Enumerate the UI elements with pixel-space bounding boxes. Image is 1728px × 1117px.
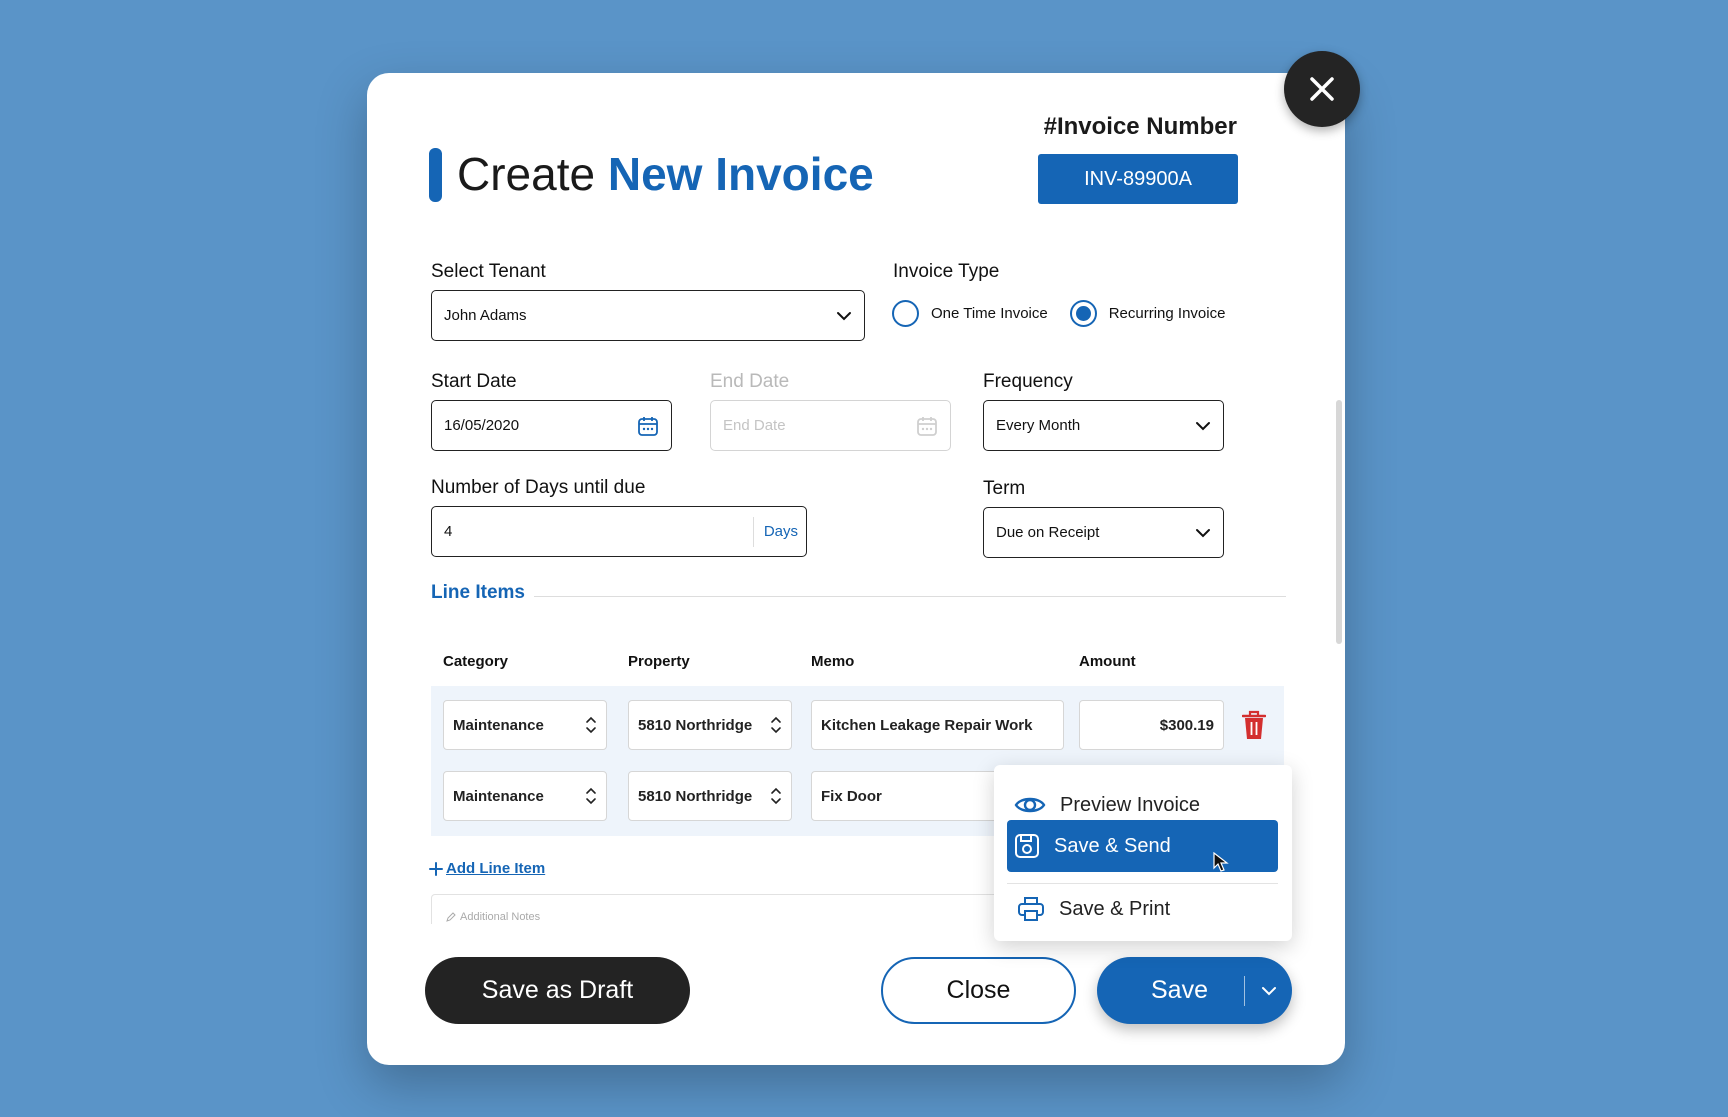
- close-button[interactable]: Close: [881, 957, 1076, 1024]
- save-draft-button[interactable]: Save as Draft: [425, 957, 690, 1024]
- sort-arrows-icon: [586, 716, 596, 734]
- title-accent-bar: [429, 148, 442, 202]
- add-line-item-link[interactable]: Add Line Item: [429, 860, 545, 877]
- end-date-label: End Date: [710, 371, 790, 392]
- close-modal-button[interactable]: [1284, 51, 1360, 127]
- tenant-label: Select Tenant: [431, 261, 546, 282]
- category-select[interactable]: Maintenance: [443, 700, 607, 750]
- menu-item-label: Save & Send: [1054, 834, 1171, 857]
- term-select[interactable]: Due on Receipt: [983, 507, 1224, 558]
- days-due-label: Number of Days until due: [431, 477, 646, 498]
- days-suffix: Days: [752, 516, 798, 547]
- days-due-input[interactable]: 4 Days: [431, 506, 807, 557]
- category-select[interactable]: Maintenance: [443, 771, 607, 821]
- delete-row-button[interactable]: [1241, 710, 1267, 745]
- eye-icon: [1014, 797, 1046, 813]
- save-options-menu: Preview Invoice Save & Send Save & Print: [994, 765, 1292, 941]
- invoice-number-label: #Invoice Number: [1043, 113, 1237, 140]
- sort-arrows-icon: [586, 787, 596, 805]
- amount-value: $300.19: [1159, 716, 1214, 734]
- end-date-placeholder: End Date: [723, 417, 786, 434]
- category-value: Maintenance: [453, 716, 544, 734]
- invoice-number-badge: INV-89900A: [1038, 154, 1238, 204]
- radio-one-time-label: One Time Invoice: [931, 305, 1048, 322]
- column-header-memo: Memo: [811, 653, 855, 670]
- invoice-type-label: Invoice Type: [893, 261, 1000, 282]
- end-date-input: End Date: [710, 400, 951, 451]
- sort-arrows-icon: [771, 787, 781, 805]
- section-divider: [534, 596, 1286, 597]
- plus-icon: [429, 861, 443, 876]
- sort-arrows-icon: [771, 716, 781, 734]
- page-title: Create New Invoice: [457, 146, 874, 202]
- scrollbar[interactable]: [1336, 400, 1342, 644]
- close-icon: [1310, 77, 1334, 101]
- term-value: Due on Receipt: [996, 524, 1100, 541]
- trash-icon: [1241, 710, 1267, 739]
- line-items-title: Line Items: [431, 582, 525, 603]
- start-date-input[interactable]: 16/05/2020: [431, 400, 672, 451]
- days-due-value: 4: [444, 523, 453, 540]
- column-header-category: Category: [443, 653, 509, 670]
- notes-placeholder: Additional Notes: [460, 911, 541, 923]
- save-dropdown-toggle[interactable]: [1245, 986, 1292, 996]
- radio-one-time[interactable]: [892, 300, 919, 327]
- frequency-label: Frequency: [983, 371, 1073, 392]
- memo-input[interactable]: Kitchen Leakage Repair Work: [811, 700, 1064, 750]
- column-header-property: Property: [628, 653, 690, 670]
- menu-item-label: Preview Invoice: [1060, 793, 1201, 816]
- property-select[interactable]: 5810 Northridge: [628, 771, 792, 821]
- printer-icon: [1018, 897, 1044, 921]
- add-line-item-label: Add Line Item: [446, 860, 546, 877]
- property-value: 5810 Northridge: [638, 716, 753, 734]
- frequency-select[interactable]: Every Month: [983, 400, 1224, 451]
- tenant-select[interactable]: John Adams: [431, 290, 865, 341]
- invoice-type-radios: One Time Invoice Recurring Invoice: [892, 300, 1225, 327]
- term-label: Term: [983, 478, 1026, 499]
- title-accent: New Invoice: [607, 148, 874, 200]
- radio-recurring-label: Recurring Invoice: [1108, 305, 1226, 322]
- title-prefix: Create: [457, 148, 596, 200]
- column-header-amount: Amount: [1079, 653, 1136, 670]
- memo-value: Kitchen Leakage Repair Work: [821, 716, 1033, 734]
- chevron-down-icon: [1196, 421, 1210, 430]
- category-value: Maintenance: [453, 787, 544, 805]
- menu-item-save-print[interactable]: Save & Print: [1007, 883, 1278, 935]
- save-icon: [1015, 834, 1039, 858]
- save-divider: [1244, 975, 1245, 1006]
- calendar-icon[interactable]: [637, 415, 659, 437]
- frequency-value: Every Month: [996, 417, 1081, 434]
- radio-recurring[interactable]: [1069, 300, 1097, 327]
- amount-input[interactable]: $300.19: [1079, 700, 1224, 750]
- property-value: 5810 Northridge: [638, 787, 753, 805]
- start-date-label: Start Date: [431, 371, 517, 392]
- tenant-value: John Adams: [444, 307, 527, 324]
- chevron-down-icon: [1261, 986, 1276, 995]
- property-select[interactable]: 5810 Northridge: [628, 700, 792, 750]
- chevron-down-icon: [1196, 528, 1210, 537]
- save-split-button[interactable]: Save: [1097, 957, 1292, 1024]
- start-date-value: 16/05/2020: [444, 417, 520, 434]
- menu-item-label: Save & Print: [1059, 897, 1171, 920]
- pencil-icon: [446, 912, 456, 922]
- cursor-icon: [1213, 852, 1229, 872]
- chevron-down-icon: [837, 311, 851, 320]
- save-button-label[interactable]: Save: [1097, 976, 1244, 1005]
- calendar-icon: [917, 416, 937, 436]
- menu-item-save-send[interactable]: Save & Send: [1007, 820, 1278, 872]
